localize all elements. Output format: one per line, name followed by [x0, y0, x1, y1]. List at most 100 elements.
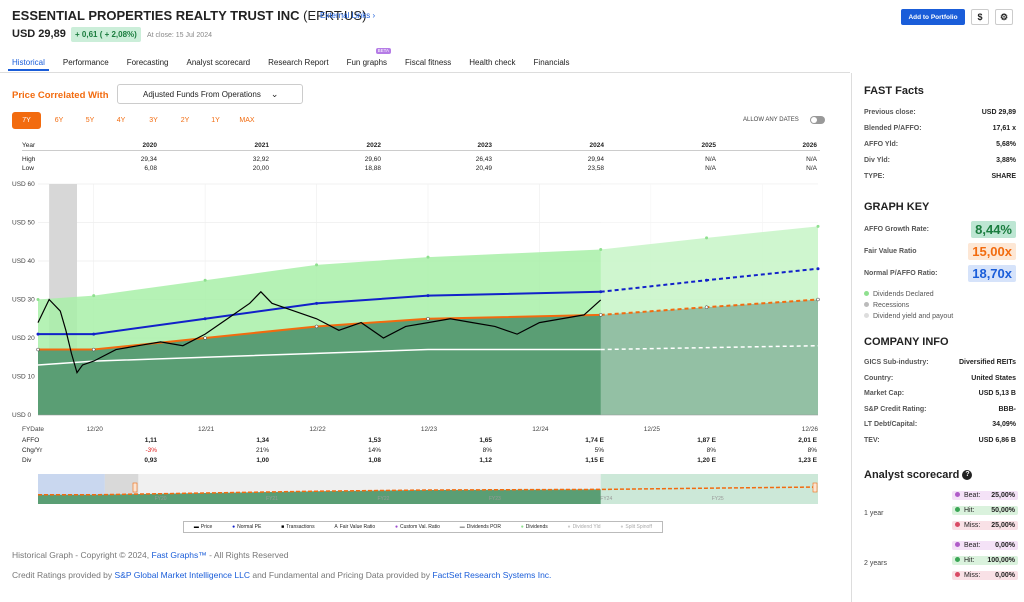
- affo-cell: 1,74 E: [585, 437, 604, 444]
- range-2y[interactable]: 2Y: [172, 112, 198, 129]
- chg-cell: 8%: [482, 447, 492, 454]
- range-max[interactable]: MAX: [233, 112, 261, 129]
- fair-value-point: [314, 324, 319, 329]
- div-cell: 1,15 E: [585, 457, 604, 464]
- fastgraphs-link[interactable]: Fast Graphs™: [152, 550, 207, 560]
- fast-fact-row: Div Yld: 3,88%: [864, 157, 1016, 164]
- tab-analyst-scorecard[interactable]: Analyst scorecard: [183, 55, 255, 71]
- score-label: Beat:: [964, 492, 981, 499]
- mini-handle-left[interactable]: [132, 482, 138, 493]
- fair-value-point: [36, 347, 40, 352]
- external-links-label[interactable]: External Links: [320, 11, 370, 20]
- chevron-down-icon: ⌄: [270, 88, 279, 99]
- score-dot: [955, 522, 960, 527]
- tab-historical[interactable]: Historical: [8, 55, 49, 71]
- tab-performance[interactable]: Performance: [59, 55, 113, 71]
- fair-value-point: [704, 305, 709, 309]
- graph-key-title: GRAPH KEY: [864, 201, 930, 213]
- mini-x-label: FY21: [266, 496, 278, 502]
- forecast-overlay: [600, 184, 818, 415]
- price-change-badge: + 0,61 ( + 2,08%): [71, 27, 141, 42]
- scorecard-row: Miss: 0,00%: [952, 571, 1018, 580]
- price: USD 29,89: [12, 28, 66, 40]
- legend-item[interactable]: ▬ Dividends POR: [460, 524, 501, 530]
- divider: [22, 150, 820, 151]
- legend-item[interactable]: ● Split Spinoff: [620, 524, 652, 530]
- high-cell: N/A: [806, 156, 817, 163]
- score-label: Hit:: [964, 557, 975, 564]
- factset-link[interactable]: FactSet Research Systems Inc.: [432, 570, 551, 580]
- year-cell: 2025: [701, 142, 716, 149]
- legend-item[interactable]: ● Normal PE: [232, 524, 261, 530]
- graph-key-legend: Recessions: [864, 302, 909, 309]
- tab-health-check[interactable]: Health check: [465, 55, 519, 71]
- y-tick-label: USD 50: [12, 220, 35, 227]
- normal-pe-point: [203, 317, 207, 321]
- add-to-portfolio-button[interactable]: Add to Portfolio: [901, 9, 965, 25]
- fydate-label: FYDate: [22, 426, 44, 433]
- tab-financials[interactable]: Financials: [530, 55, 574, 71]
- normal-pe-point: [92, 332, 96, 336]
- range-1y[interactable]: 1Y: [203, 112, 228, 129]
- legend-item[interactable]: ● Dividends: [521, 524, 548, 530]
- tab-fiscal-fitness[interactable]: Fiscal fitness: [401, 55, 455, 71]
- legend-label: Split Spinoff: [625, 524, 652, 530]
- scorecard-row: Beat: 0,00%: [952, 541, 1018, 550]
- help-icon[interactable]: ?: [962, 470, 973, 481]
- currency-button[interactable]: $: [971, 9, 989, 25]
- x-tick-label: 12/26: [802, 426, 819, 433]
- y-tick-label: USD 60: [12, 181, 35, 188]
- key-label: AFFO Growth Rate:: [864, 226, 929, 233]
- legend-swatch: ●: [395, 524, 399, 530]
- affo-table: AFFO Chg/Yr Div 1,11 -3% 0,93 1,34 21% 1,00 1,53 1…: [22, 437, 822, 471]
- tab-bar: Historical Performance Forecasting Analyst …: [8, 48, 584, 71]
- legend-text: Dividends Declared: [873, 291, 934, 298]
- affo-cell: 2,01 E: [798, 437, 817, 444]
- score-label: Hit:: [964, 507, 975, 514]
- allow-dates-toggle[interactable]: [810, 116, 825, 124]
- legend-item[interactable]: ■ Transactions: [281, 524, 314, 530]
- tab-research-report[interactable]: Research Report: [264, 55, 332, 71]
- range-3y[interactable]: 3Y: [140, 112, 167, 129]
- gear-icon[interactable]: ⚙: [995, 9, 1013, 25]
- score-dot: [955, 572, 960, 577]
- score-dot: [955, 542, 960, 547]
- price-chart[interactable]: USD 60 USD 50 USD 40 USD 30 USD 20 USD 10 USD …: [0, 176, 850, 476]
- low-cell: N/A: [705, 165, 716, 172]
- external-links[interactable]: External Links ›: [320, 11, 375, 20]
- graph-key-row: Normal P/AFFO Ratio: 18,70x: [864, 265, 1016, 282]
- sp-link[interactable]: S&P Global Market Intelligence LLC: [115, 570, 250, 580]
- scorecard-row: Hit: 50,00%: [952, 506, 1018, 515]
- analyst-scorecard-label: Analyst scorecard: [864, 469, 960, 481]
- range-4y[interactable]: 4Y: [108, 112, 134, 129]
- tab-fun-graphs[interactable]: Fun graphs BETA: [343, 48, 392, 71]
- legend-swatch: ■: [281, 524, 285, 530]
- info-value: Diversified REITs: [958, 359, 1016, 366]
- dividend-point: [599, 247, 603, 251]
- legend-item[interactable]: A Fair Value Ratio: [334, 524, 375, 530]
- chg-cell: 8%: [706, 447, 716, 454]
- tab-forecasting[interactable]: Forecasting: [123, 55, 173, 71]
- year-cell: 2023: [477, 142, 492, 149]
- legend-swatch: ●: [520, 524, 524, 530]
- range-navigator[interactable]: FY20FY21FY22FY23FY24FY25FY26: [38, 474, 820, 504]
- range-6y[interactable]: 6Y: [45, 112, 73, 129]
- range-7y[interactable]: 7Y: [12, 112, 41, 129]
- legend-item[interactable]: ● Custom Val. Ratio: [395, 524, 440, 530]
- legend-item[interactable]: ▬ Price: [194, 524, 212, 530]
- affo-cell: 1,53: [368, 437, 381, 444]
- low-cell: 23,58: [587, 165, 604, 172]
- range-5y[interactable]: 5Y: [77, 112, 103, 129]
- credit-text-2: and Fundamental and Pricing Data provide…: [249, 570, 433, 580]
- y-tick-label: USD 30: [12, 297, 35, 304]
- score-dot: [955, 507, 960, 512]
- chg-cell: -3%: [145, 447, 157, 454]
- high-cell: 29,34: [140, 156, 157, 163]
- metric-dropdown[interactable]: Adjusted Funds From Operations ⌄: [117, 84, 303, 104]
- key-value: 8,44%: [971, 221, 1016, 238]
- scorecard-row: Beat: 25,00%: [952, 491, 1018, 500]
- legend-item[interactable]: ● Dividend Yld: [568, 524, 601, 530]
- divider: [0, 72, 850, 73]
- fact-value: SHARE: [991, 173, 1016, 180]
- mini-handle-right[interactable]: [812, 482, 818, 493]
